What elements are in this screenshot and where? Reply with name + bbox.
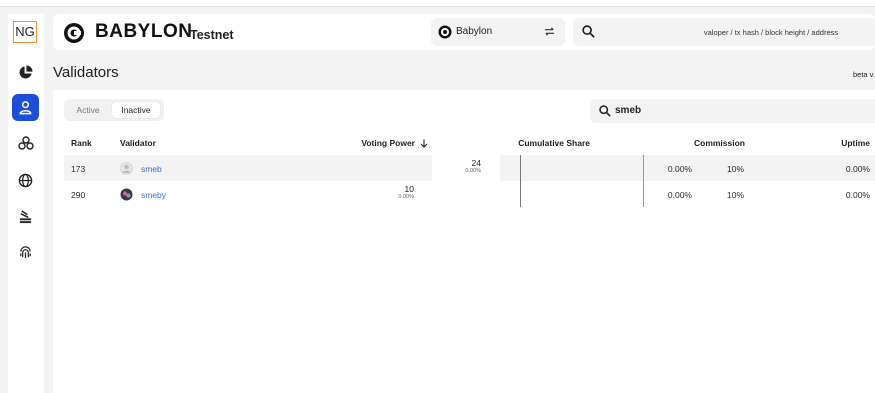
tab-active[interactable]: Active — [68, 102, 108, 118]
page-title: Validators — [53, 64, 119, 81]
voting-power-value: 24 — [471, 158, 481, 168]
beta-label: beta v... — [853, 70, 875, 79]
tab-inactive[interactable]: Inactive — [112, 102, 160, 118]
commission-cell: 10% — [726, 190, 744, 200]
validators-panel: Active Inactive smeb Rank Validator Voti… — [53, 90, 875, 393]
babylon-logo-icon[interactable] — [63, 22, 85, 44]
cumulative-share-cell: 0.00% — [667, 190, 692, 200]
sidebar-item-staking[interactable] — [12, 203, 39, 230]
validator-avatar — [120, 188, 133, 201]
global-search-input[interactable]: valoper / tx hash / block height / addre… — [573, 18, 875, 46]
validator-name-link[interactable]: smeb — [141, 164, 162, 174]
sort-down-icon[interactable] — [420, 139, 428, 148]
table-row[interactable]: 290 smeby 10 0.00% 0.00% 10% 0.00% — [64, 181, 875, 207]
sidebar-item-network[interactable] — [12, 167, 39, 194]
user-icon — [19, 101, 32, 115]
chain-name: Babylon — [456, 26, 493, 37]
browser-top-strip — [0, 0, 875, 7]
table-row[interactable]: 173 smeb 24 0.00% 0.00% 10% 0.00% — [64, 155, 875, 181]
babylon-chain-icon — [438, 25, 452, 39]
cumulative-share-cell: 0.00% — [667, 164, 692, 174]
search-icon — [599, 105, 611, 117]
brand-name[interactable]: BABYLON — [95, 21, 192, 43]
column-divider — [520, 155, 521, 207]
validator-name-link[interactable]: smeby — [141, 190, 166, 200]
filter-value: smeb — [615, 105, 642, 116]
top-header: BABYLON Testnet Babylon valoper / tx has… — [53, 14, 875, 50]
column-header-validator[interactable]: Validator — [120, 138, 156, 148]
network-label: Testnet — [190, 28, 234, 42]
voting-power-percent: 0.00% — [465, 168, 481, 174]
sidebar-item-validators[interactable] — [12, 94, 39, 121]
rank-cell: 173 — [71, 164, 86, 174]
avatar-placeholder-icon — [120, 162, 133, 175]
uptime-cell: 0.00% — [845, 190, 870, 200]
ng-logo[interactable]: NG — [13, 21, 37, 43]
blocks-icon — [17, 136, 34, 150]
voting-power-value: 10 — [404, 184, 414, 194]
sidebar-item-identity[interactable] — [12, 239, 39, 266]
rank-cell: 290 — [71, 190, 86, 200]
sidebar: NG — [8, 14, 44, 393]
validator-filter-input[interactable]: smeb — [590, 99, 875, 123]
pie-chart-icon — [19, 65, 33, 79]
swap-icon — [544, 27, 555, 36]
column-header-cumulative-share[interactable]: Cumulative Share — [510, 138, 590, 148]
column-header-rank[interactable]: Rank — [71, 138, 92, 148]
voting-power-percent: 0.00% — [398, 194, 414, 200]
column-header-uptime[interactable]: Uptime — [820, 138, 870, 148]
column-header-voting-power[interactable]: Voting Power — [360, 138, 415, 148]
stack-icon — [19, 210, 32, 224]
uptime-cell: 0.00% — [845, 164, 870, 174]
column-divider — [643, 155, 644, 207]
search-icon — [582, 25, 595, 38]
sidebar-item-blocks[interactable] — [12, 130, 39, 157]
search-placeholder: valoper / tx hash / block height / addre… — [703, 28, 839, 37]
status-tabs: Active Inactive — [64, 99, 164, 121]
column-header-commission[interactable]: Commission — [685, 138, 745, 148]
commission-cell: 10% — [726, 164, 744, 174]
voting-power-cell: 24 0.00% — [432, 155, 500, 181]
chain-selector[interactable]: Babylon — [431, 18, 565, 46]
fingerprint-icon — [20, 246, 31, 259]
sidebar-item-dashboard[interactable] — [12, 59, 39, 86]
globe-icon — [18, 173, 33, 188]
